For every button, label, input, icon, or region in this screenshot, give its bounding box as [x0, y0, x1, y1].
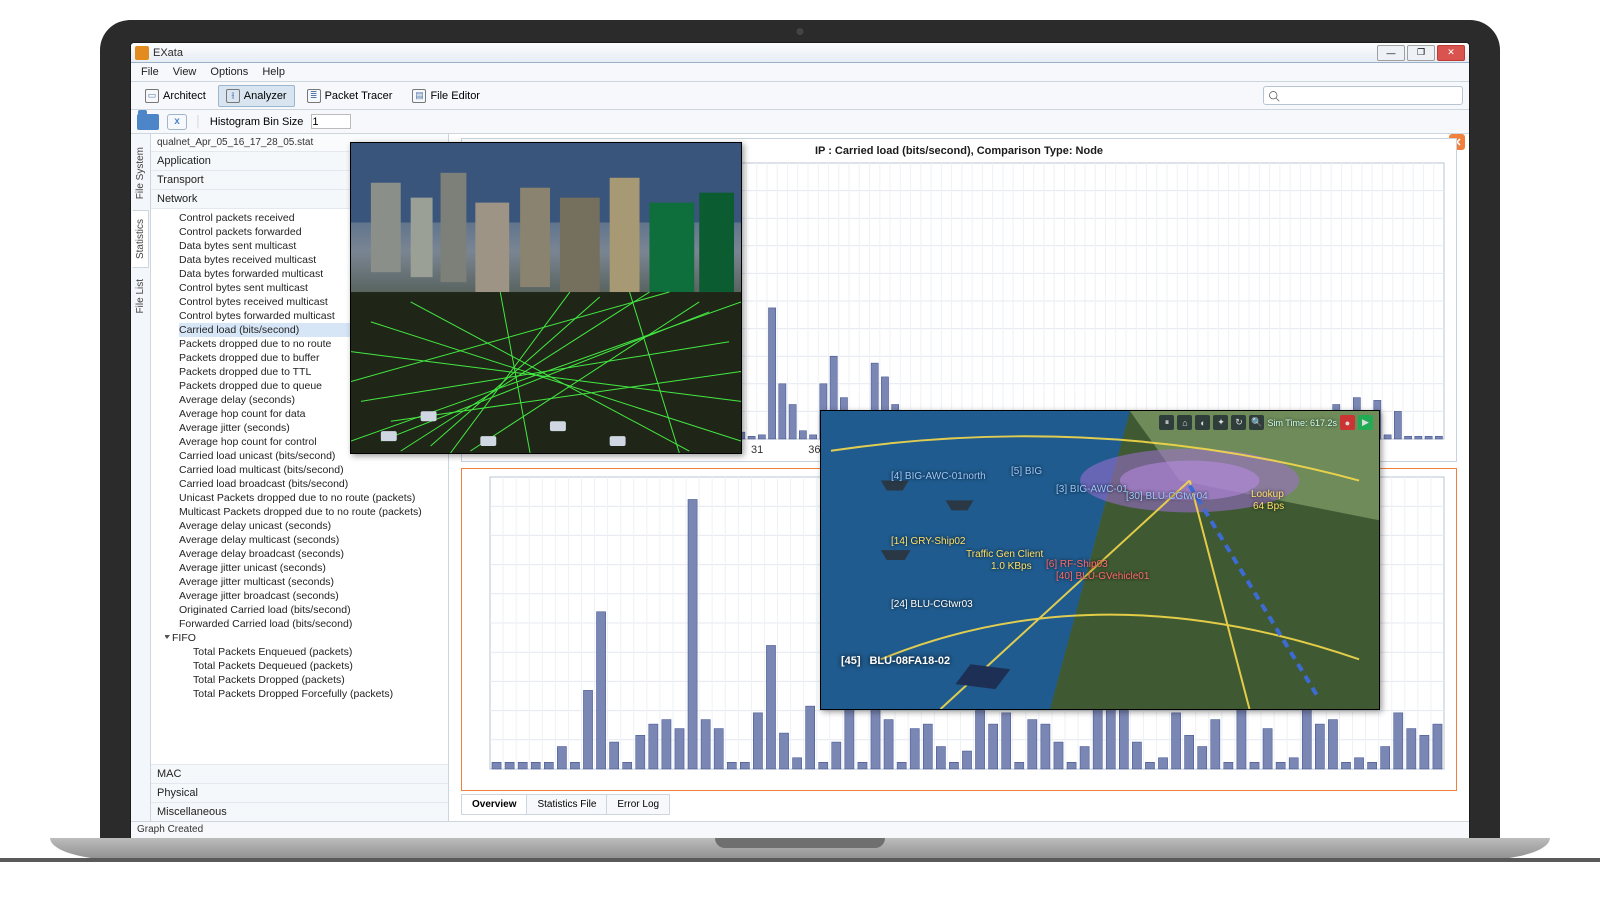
window-controls: — ❐ ✕	[1375, 45, 1465, 61]
ov-node-label: [3] BIG-AWC-01	[1056, 484, 1128, 495]
ov-node-label: 1.0 KBps	[991, 561, 1032, 572]
metric-item[interactable]: Average delay broadcast (seconds)	[179, 547, 448, 561]
packet-tracer-icon: ≣	[307, 89, 321, 103]
mode-packet-tracer[interactable]: ≣ Packet Tracer	[299, 85, 401, 107]
window-titlebar: EXata — ❐ ✕	[131, 43, 1469, 63]
metric-item[interactable]: Total Packets Dropped Forcefully (packet…	[179, 687, 448, 701]
ov-pause-icon[interactable]: ⏸	[1159, 415, 1174, 430]
ftab-overview[interactable]: Overview	[461, 794, 527, 815]
ftab-statistics-file[interactable]: Statistics File	[526, 794, 607, 815]
file-editor-icon: ▤	[412, 89, 426, 103]
maximize-button[interactable]: ❐	[1407, 45, 1435, 61]
metric-item[interactable]: Average jitter multicast (seconds)	[179, 575, 448, 589]
ov-node-label: [4] BIG-AWC-01north	[891, 471, 986, 482]
metric-item[interactable]: Carried load broadcast (bits/second)	[179, 477, 448, 491]
cat-misc[interactable]: Miscellaneous	[151, 802, 448, 821]
laptop-base	[50, 838, 1550, 860]
fifo-header[interactable]: FIFO	[165, 631, 448, 645]
architect-icon: ▭	[145, 89, 159, 103]
metric-item[interactable]: Average delay unicast (seconds)	[179, 519, 448, 533]
metric-item[interactable]: Multicast Packets dropped due to no rout…	[179, 505, 448, 519]
overlay-3d-toolbar: ⏸ ⌂ ◐ ✦ ↻ 🔍 Sim Time: 617.2s ● ▶	[1159, 415, 1373, 430]
ov-node-label: [40] BLU-GVehicle01	[1056, 571, 1149, 582]
vtab-file-list[interactable]: File List	[132, 270, 149, 322]
metric-item[interactable]: Average jitter broadcast (seconds)	[179, 589, 448, 603]
metric-item[interactable]: Average jitter unicast (seconds)	[179, 561, 448, 575]
metric-item[interactable]: Originated Carried load (bits/second)	[179, 603, 448, 617]
menubar: File View Options Help	[131, 63, 1469, 82]
metric-item[interactable]: Total Packets Dequeued (packets)	[179, 659, 448, 673]
ov-search-icon[interactable]: 🔍	[1249, 415, 1264, 430]
mode-label: Analyzer	[244, 90, 287, 102]
hist-label: Histogram Bin Size	[210, 116, 304, 128]
ov-record-icon[interactable]: ●	[1340, 415, 1355, 430]
mode-label: File Editor	[430, 90, 480, 102]
window-title: EXata	[153, 47, 183, 59]
left-tab-strip: File System Statistics File List	[131, 134, 151, 821]
metric-item[interactable]: Unicast Packets dropped due to no route …	[179, 491, 448, 505]
analyzer-subtoolbar: x │ Histogram Bin Size	[131, 110, 1469, 134]
app-icon	[135, 46, 149, 60]
ov-globe-icon[interactable]: ◐	[1195, 415, 1210, 430]
cat-mac[interactable]: MAC	[151, 764, 448, 783]
ov-compass-icon[interactable]: ↻	[1231, 415, 1246, 430]
ov-node-label: [5] BIG	[1011, 466, 1042, 477]
metric-item[interactable]: Average delay multicast (seconds)	[179, 533, 448, 547]
laptop-hinge	[0, 858, 1600, 862]
mode-toolbar: ▭ Architect ⫲ Analyzer ≣ Packet Tracer ▤…	[131, 82, 1469, 110]
menu-help[interactable]: Help	[256, 64, 291, 80]
ov-selected-node: [45] BLU-08FA18-02	[841, 651, 950, 669]
menu-file[interactable]: File	[135, 64, 165, 80]
menu-view[interactable]: View	[167, 64, 203, 80]
analyzer-icon: ⫲	[226, 89, 240, 103]
footer-tabs: Overview Statistics File Error Log	[461, 794, 669, 815]
overlay-city-sim	[350, 142, 742, 454]
cat-physical[interactable]: Physical	[151, 783, 448, 802]
mode-label: Packet Tracer	[325, 90, 393, 102]
svg-text:36: 36	[808, 444, 820, 456]
open-folder-icon[interactable]	[137, 114, 159, 130]
ov-node-label: [14] GRY-Ship02	[891, 536, 966, 547]
mode-analyzer[interactable]: ⫲ Analyzer	[218, 85, 295, 107]
overlay-3d-terrain: ⏸ ⌂ ◐ ✦ ↻ 🔍 Sim Time: 617.2s ● ▶ [4] BIG…	[820, 410, 1380, 710]
metric-item[interactable]: Forwarded Carried load (bits/second)	[179, 617, 448, 631]
clear-button[interactable]: x	[167, 114, 187, 130]
ov-home-icon[interactable]: ⌂	[1177, 415, 1192, 430]
ftab-error-log[interactable]: Error Log	[606, 794, 670, 815]
laptop-notch	[715, 838, 885, 848]
ov-node-label: 64 Bps	[1253, 501, 1284, 512]
mode-architect[interactable]: ▭ Architect	[137, 85, 214, 107]
minimize-button[interactable]: —	[1377, 45, 1405, 61]
search-input[interactable]	[1263, 86, 1463, 105]
ov-node-label: [30] BLU-CGtwr04	[1126, 491, 1208, 502]
vtab-statistics[interactable]: Statistics	[132, 210, 149, 268]
menu-options[interactable]: Options	[204, 64, 254, 80]
vtab-file-system[interactable]: File System	[132, 138, 149, 208]
ov-sim-time: Sim Time: 617.2s	[1267, 418, 1337, 428]
ov-target-icon[interactable]: ✦	[1213, 415, 1228, 430]
metric-item[interactable]: Total Packets Enqueued (packets)	[179, 645, 448, 659]
ov-node-label: Lookup	[1251, 489, 1284, 500]
ov-node-label: [6] RF-Ship03	[1046, 559, 1108, 570]
mode-label: Architect	[163, 90, 206, 102]
status-bar: Graph Created	[131, 821, 1469, 839]
search-icon	[1268, 90, 1280, 102]
svg-text:31: 31	[751, 444, 763, 456]
ov-play-icon[interactable]: ▶	[1358, 415, 1373, 430]
mode-file-editor[interactable]: ▤ File Editor	[404, 85, 488, 107]
webcam-dot	[797, 28, 804, 35]
search-field[interactable]	[1280, 90, 1458, 102]
ov-node-label: Traffic Gen Client	[966, 549, 1043, 560]
metric-item[interactable]: Carried load multicast (bits/second)	[179, 463, 448, 477]
histogram-bin-size-input[interactable]	[311, 114, 351, 129]
close-window-button[interactable]: ✕	[1437, 45, 1465, 61]
metric-item[interactable]: Total Packets Dropped (packets)	[179, 673, 448, 687]
ov-node-label: [24] BLU-CGtwr03	[891, 599, 973, 610]
